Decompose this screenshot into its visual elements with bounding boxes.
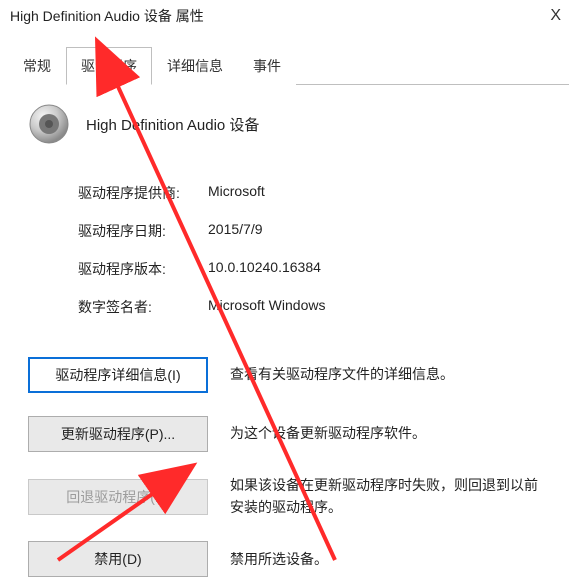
update-driver-desc: 为这个设备更新驱动程序软件。 xyxy=(230,423,549,445)
disable-desc: 禁用所选设备。 xyxy=(230,549,549,571)
tab-strip: 常规 驱动程序 详细信息 事件 xyxy=(8,46,569,85)
driver-info: 驱动程序提供商: Microsoft 驱动程序日期: 2015/7/9 驱动程序… xyxy=(78,183,549,317)
provider-value: Microsoft xyxy=(208,183,265,203)
rollback-driver-button: 回退驱动程序(R) xyxy=(28,479,208,515)
update-driver-button[interactable]: 更新驱动程序(P)... xyxy=(28,416,208,452)
device-header: High Definition Audio 设备 xyxy=(28,103,549,145)
signer-value: Microsoft Windows xyxy=(208,297,325,317)
tab-details[interactable]: 详细信息 xyxy=(152,47,238,85)
date-label: 驱动程序日期: xyxy=(78,221,208,241)
tab-general[interactable]: 常规 xyxy=(8,47,66,85)
close-icon[interactable]: X xyxy=(544,7,567,25)
rollback-driver-desc: 如果该设备在更新驱动程序时失败，则回退到以前安装的驱动程序。 xyxy=(230,475,549,518)
tab-events[interactable]: 事件 xyxy=(238,47,296,85)
driver-actions: 驱动程序详细信息(I) 查看有关驱动程序文件的详细信息。 更新驱动程序(P)..… xyxy=(28,357,549,577)
speaker-icon xyxy=(28,103,70,145)
date-value: 2015/7/9 xyxy=(208,221,263,241)
signer-label: 数字签名者: xyxy=(78,297,208,317)
driver-details-button[interactable]: 驱动程序详细信息(I) xyxy=(28,357,208,393)
titlebar: High Definition Audio 设备 属性 X xyxy=(0,0,577,32)
tab-content: High Definition Audio 设备 驱动程序提供商: Micros… xyxy=(0,85,577,577)
driver-details-desc: 查看有关驱动程序文件的详细信息。 xyxy=(230,364,549,386)
provider-label: 驱动程序提供商: xyxy=(78,183,208,203)
version-value: 10.0.10240.16384 xyxy=(208,259,321,279)
device-name: High Definition Audio 设备 xyxy=(86,114,259,135)
version-label: 驱动程序版本: xyxy=(78,259,208,279)
window-title: High Definition Audio 设备 属性 xyxy=(10,6,204,26)
disable-button[interactable]: 禁用(D) xyxy=(28,541,208,577)
tab-driver[interactable]: 驱动程序 xyxy=(66,47,152,85)
